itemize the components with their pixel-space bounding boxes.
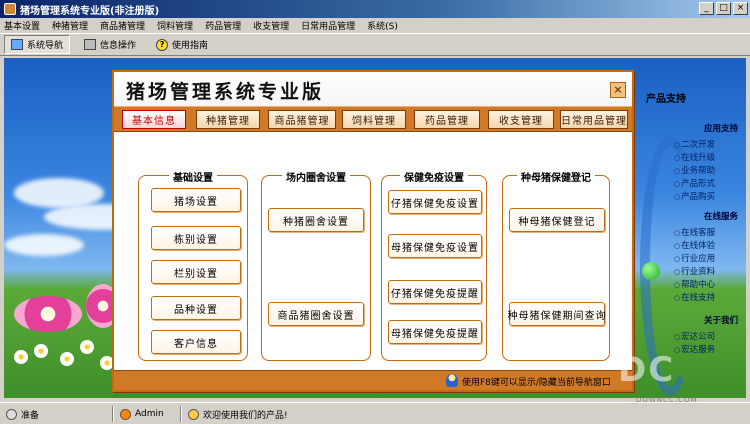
commodity-pig-pen-button[interactable]: 商品猪圈舍设置 (268, 302, 364, 326)
status-state: 准备 (6, 406, 39, 422)
group-basic-settings-title: 基础设置 (169, 169, 217, 184)
product-support-heading: 产品支持 (646, 94, 686, 105)
minimize-button[interactable]: _ (699, 2, 714, 15)
smile-icon (188, 408, 199, 420)
online-service-section-title: 在线服务 (703, 212, 738, 222)
app-support-section-title: 应用支持 (703, 124, 738, 134)
info-icon (6, 408, 17, 420)
link-online-support[interactable]: 在线支持 (674, 291, 715, 303)
building-settings-button[interactable]: 栋别设置 (151, 226, 241, 250)
group-sow-health-register: 种母猪保健登记 种母猪保健登记 种母猪保健期间查询 (502, 169, 610, 361)
tab-feed[interactable]: 饲料管理 (342, 110, 406, 129)
status-bar: 准备 Admin 欢迎使用我们的产品! (0, 402, 750, 424)
group-pen-settings: 场内圈舍设置 种猪圈舍设置 商品猪圈舍设置 (261, 169, 371, 361)
tab-basic-info[interactable]: 基本信息 (122, 110, 186, 129)
user-icon (120, 408, 131, 420)
status-user-text: Admin (135, 409, 164, 419)
farm-settings-button[interactable]: 猪场设置 (151, 188, 241, 212)
window-controls: _ □ × (699, 2, 748, 15)
tab-daily-supplies[interactable]: 日常用品管理 (560, 110, 628, 129)
info-icon (84, 39, 97, 50)
status-user: Admin (120, 406, 164, 422)
sow-health-query-button[interactable]: 种母猪保健期间查询 (508, 302, 606, 326)
menu-system[interactable]: 系统(S) (367, 19, 398, 32)
system-nav-label: 系统导航 (27, 41, 64, 51)
breeding-pig-pen-button[interactable]: 种猪圈舍设置 (268, 208, 364, 232)
dialog-title: 猪场管理系统专业版 (126, 81, 325, 103)
f8-hint-text: 使用F8键可以显示/隐藏当前导航窗口 (462, 378, 611, 388)
pen-settings-button[interactable]: 栏别设置 (151, 260, 241, 284)
dialog-header: 猪场管理系统专业版 × (114, 72, 632, 106)
daisy (14, 350, 28, 364)
monitor-icon (11, 39, 23, 50)
menu-daily-supplies[interactable]: 日常用品管理 (301, 19, 355, 32)
navigation-dialog: 猪场管理系统专业版 × 基本信息 种猪管理 商品猪管理 饲料管理 药品管理 收支… (112, 70, 634, 392)
dialog-close-button[interactable]: × (610, 82, 626, 98)
daisy (80, 340, 94, 354)
menu-commodity-pigs[interactable]: 商品猪管理 (100, 19, 145, 32)
group-basic-settings: 基础设置 猪场设置 栋别设置 栏别设置 品种设置 客户信息 (138, 169, 248, 361)
link-online-upgrade[interactable]: 在线升级 (674, 151, 715, 163)
status-state-text: 准备 (21, 410, 40, 421)
app-icon (4, 3, 16, 15)
daisy (34, 344, 48, 358)
sow-health-register-button[interactable]: 种母猪保健登记 (509, 208, 605, 232)
toolbar: 系统导航 信息操作 ? 使用指南 (0, 34, 750, 56)
cloud (4, 234, 84, 256)
link-secondary-development[interactable]: 二次开发 (674, 138, 715, 150)
group-sow-health-register-title: 种母猪保健登记 (517, 169, 595, 184)
system-nav-button[interactable]: 系统导航 (4, 35, 71, 54)
help-icon: ? (156, 38, 169, 51)
group-pen-settings-title: 场内圈舍设置 (282, 169, 350, 184)
piglet-immunity-reminder-button[interactable]: 仔猪保健免疫提醒 (388, 280, 482, 304)
piglet-immunity-settings-button[interactable]: 仔猪保健免疫设置 (388, 190, 482, 214)
info-operation-label: 信息操作 (100, 41, 137, 51)
link-online-support-chat[interactable]: 在线客服 (674, 226, 715, 238)
status-message-text: 欢迎使用我们的产品! (203, 410, 288, 421)
status-message: 欢迎使用我们的产品! (188, 406, 288, 422)
user-guide-button[interactable]: ? 使用指南 (150, 36, 214, 53)
about-us-section-title: 关于我们 (703, 316, 738, 326)
customer-info-button[interactable]: 客户信息 (151, 330, 241, 354)
status-divider (180, 406, 182, 422)
menu-finance[interactable]: 收支管理 (253, 19, 289, 32)
menu-medicine[interactable]: 药品管理 (205, 19, 241, 32)
menu-basic-settings[interactable]: 基本设置 (4, 19, 40, 32)
menu-bar: 基本设置 种猪管理 商品猪管理 饲料管理 药品管理 收支管理 日常用品管理 系统… (0, 18, 750, 34)
group-health-immunity: 保健免疫设置 仔猪保健免疫设置 母猪保健免疫设置 仔猪保健免疫提醒 母猪保健免疫… (381, 169, 487, 361)
menu-breeding-pigs[interactable]: 种猪管理 (52, 19, 88, 32)
product-support-panel: 产品支持 应用支持 二次开发 在线升级 业务帮助 产品形式 产品购买 在线服务 … (636, 86, 744, 396)
maximize-button[interactable]: □ (716, 2, 731, 15)
breed-settings-button[interactable]: 品种设置 (151, 296, 241, 320)
tab-breeding-pigs[interactable]: 种猪管理 (196, 110, 260, 129)
info-operation-button[interactable]: 信息操作 (78, 36, 142, 53)
tab-medicine[interactable]: 药品管理 (414, 110, 480, 129)
tab-commodity-pigs[interactable]: 商品猪管理 (268, 110, 336, 129)
module-tab-bar: 基本信息 种猪管理 商品猪管理 饲料管理 药品管理 收支管理 日常用品管理 (114, 106, 632, 132)
link-online-trial[interactable]: 在线体验 (674, 239, 715, 251)
window-title: 猪场管理系统专业版(非注册版) (20, 5, 160, 17)
close-button[interactable]: × (733, 2, 748, 15)
dialog-footer: 使用F8键可以显示/隐藏当前导航窗口 (114, 370, 632, 390)
user-guide-label: 使用指南 (172, 41, 209, 51)
link-industry-materials[interactable]: 行业资料 (674, 265, 715, 277)
daisy (60, 352, 74, 366)
link-product-form[interactable]: 产品形式 (674, 177, 715, 189)
flower (14, 296, 82, 332)
sow-immunity-reminder-button[interactable]: 母猪保健免疫提醒 (388, 320, 482, 344)
link-company[interactable]: 宏达公司 (674, 330, 715, 342)
link-help-center[interactable]: 帮助中心 (674, 278, 715, 290)
menu-feed[interactable]: 饲料管理 (157, 19, 193, 32)
user-hint-icon (446, 374, 458, 387)
watermark-logo: DC (618, 350, 676, 390)
group-health-immunity-title: 保健免疫设置 (400, 169, 468, 184)
status-divider (112, 406, 114, 422)
title-bar: 猪场管理系统专业版(非注册版) _ □ × (0, 0, 750, 18)
link-industry-application[interactable]: 行业应用 (674, 252, 715, 264)
globe-icon (642, 262, 660, 280)
tab-finance[interactable]: 收支管理 (488, 110, 554, 129)
link-business-help[interactable]: 业务帮助 (674, 164, 715, 176)
sow-immunity-settings-button[interactable]: 母猪保健免疫设置 (388, 234, 482, 258)
link-product-purchase[interactable]: 产品购买 (674, 190, 715, 202)
